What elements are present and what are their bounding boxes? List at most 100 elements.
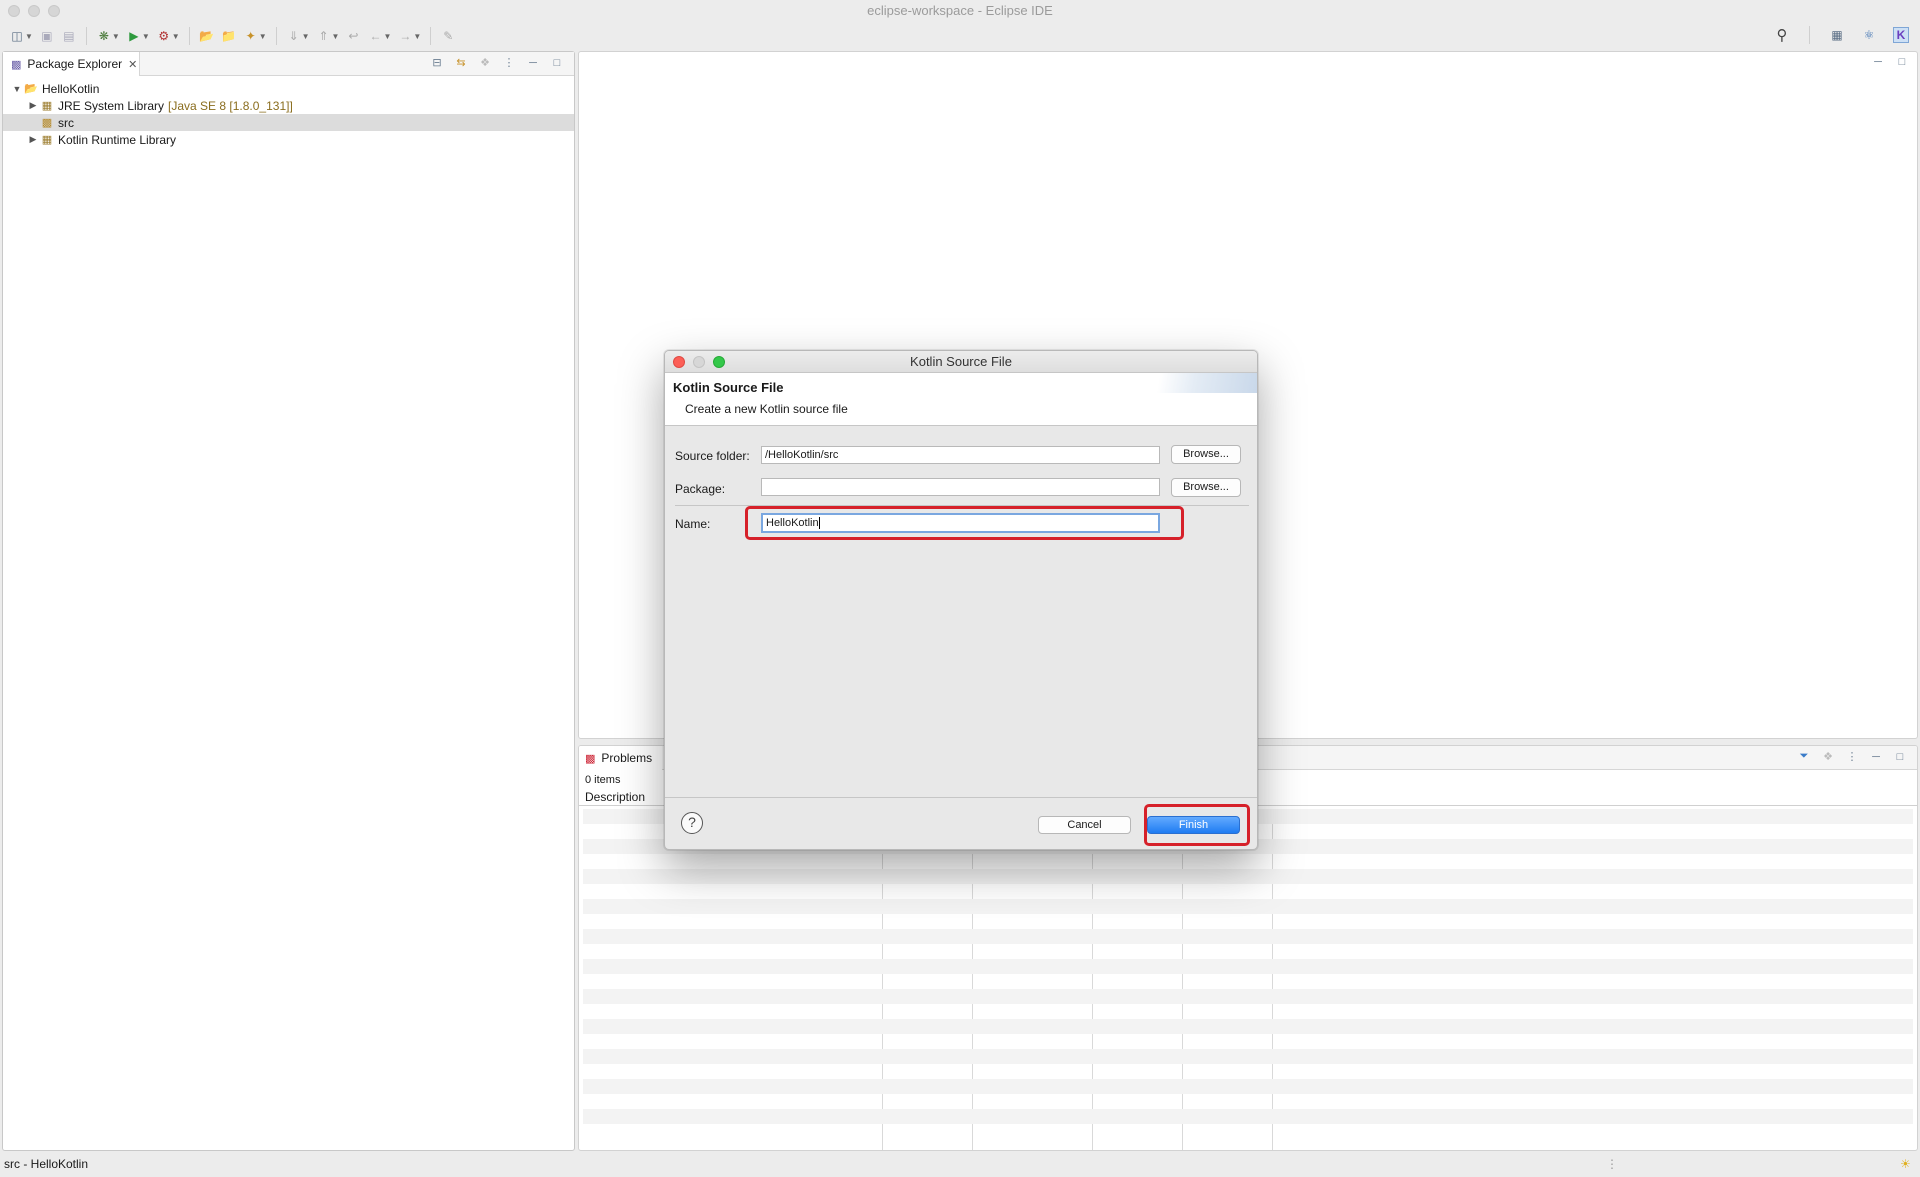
run-icon[interactable]: ▶ (126, 28, 142, 44)
new-dropdown-icon[interactable]: ▼ (25, 32, 33, 41)
view-menu-icon[interactable]: ⋮ (1845, 750, 1859, 763)
table-row (583, 1049, 1913, 1064)
package-browse-button[interactable]: Browse... (1171, 478, 1241, 497)
close-window-icon[interactable] (8, 5, 20, 17)
toolbar-separator (275, 27, 277, 45)
status-text: src - HelloKotlin (4, 1157, 89, 1171)
external-tools-dropdown-icon[interactable]: ▼ (172, 32, 180, 41)
save-all-icon[interactable]: ▤ (61, 28, 77, 44)
package-explorer-tab[interactable]: ▩ Package Explorer ✕ (3, 52, 140, 76)
search-icon[interactable]: ⚲ (1774, 27, 1790, 44)
project-tree: ▼ 📂 HelloKotlin ▶ ▦ JRE System Library [… (3, 76, 574, 148)
source-folder-label: Source folder: (675, 449, 750, 463)
minimize-view-icon[interactable]: ─ (526, 57, 540, 69)
next-annotation-dropdown-icon[interactable]: ▼ (302, 32, 310, 41)
minimize-window-icon[interactable] (28, 5, 40, 17)
next-annotation-icon[interactable]: ⇓ (286, 28, 302, 44)
debug-icon[interactable]: ❋ (96, 28, 112, 44)
source-folder-browse-button[interactable]: Browse... (1171, 445, 1241, 464)
focus-icon[interactable]: ❖ (1821, 750, 1835, 763)
dialog-banner: Kotlin Source File Create a new Kotlin s… (665, 373, 1257, 426)
toolbar-right-group: ⚲ ▦ ⚛ K (1771, 26, 1912, 44)
package-explorer-tools: ⊟ ⇆ ❖ ⋮ ─ □ (430, 56, 564, 70)
project-label: HelloKotlin (42, 81, 100, 96)
zoom-window-icon[interactable] (48, 5, 60, 17)
debug-dropdown-icon[interactable]: ▼ (112, 32, 120, 41)
last-edit-icon[interactable]: ↩ (345, 28, 361, 44)
save-icon[interactable]: ▣ (39, 28, 55, 44)
filter-icon[interactable]: ⏷ (1797, 750, 1811, 763)
column-description[interactable]: Description (585, 790, 645, 804)
source-folder-input[interactable]: /HelloKotlin/src (761, 446, 1160, 464)
forward-icon[interactable]: → (397, 28, 413, 44)
forward-dropdown-icon[interactable]: ▼ (413, 32, 421, 41)
collapsed-chevron-icon[interactable]: ▶ (27, 100, 39, 111)
pin-editor-icon[interactable]: ✎ (440, 28, 456, 44)
collapse-all-icon[interactable]: ⊟ (430, 56, 444, 69)
open-task-icon[interactable]: 📁 (221, 28, 237, 44)
previous-annotation-icon[interactable]: ⇑ (316, 28, 332, 44)
tree-item-src[interactable]: ▩ src (3, 114, 574, 131)
search-tool-dropdown-icon[interactable]: ▼ (259, 32, 267, 41)
table-row (583, 959, 1913, 974)
problems-rows (583, 809, 1913, 1150)
kotlin-perspective-icon[interactable]: K (1893, 27, 1909, 43)
dialog-minimize-icon (693, 356, 705, 368)
previous-annotation-dropdown-icon[interactable]: ▼ (332, 32, 340, 41)
search-tool-icon[interactable]: ✦ (243, 28, 259, 44)
dialog-zoom-icon[interactable] (713, 356, 725, 368)
finish-highlight-box (1144, 804, 1250, 846)
toolbar-separator (85, 27, 87, 45)
tip-lightbulb-icon[interactable]: ☀ (1900, 1152, 1911, 1177)
window-titlebar: eclipse-workspace - Eclipse IDE (0, 0, 1920, 22)
jre-version-decoration: [Java SE 8 [1.8.0_131]] (168, 98, 293, 113)
package-explorer-icon: ▩ (11, 58, 22, 71)
tree-item-kotlin-runtime[interactable]: ▶ ▦ Kotlin Runtime Library (3, 131, 574, 148)
external-tools-icon[interactable]: ⚙ (156, 28, 172, 44)
close-tab-icon[interactable]: ✕ (128, 58, 137, 71)
banner-title: Kotlin Source File (673, 380, 784, 395)
package-explorer-tab-label: Package Explorer (27, 57, 123, 71)
name-label: Name: (675, 517, 711, 531)
expanded-chevron-icon[interactable]: ▼ (11, 84, 23, 94)
maximize-editor-icon[interactable]: □ (1895, 56, 1909, 68)
minimize-view-icon[interactable]: ─ (1869, 751, 1883, 763)
package-explorer-panel: ▩ Package Explorer ✕ ⊟ ⇆ ❖ ⋮ ─ □ ▼ 📂 Hel… (2, 51, 575, 1151)
banner-description: Create a new Kotlin source file (685, 402, 848, 416)
tree-item-project[interactable]: ▼ 📂 HelloKotlin (3, 80, 574, 97)
java-perspective-icon[interactable]: ⚛ (1861, 27, 1877, 43)
table-row (583, 929, 1913, 944)
open-perspective-icon[interactable]: ▦ (1829, 27, 1845, 43)
toolbar-separator (430, 27, 432, 45)
filters-icon[interactable]: ❖ (478, 56, 492, 69)
help-button[interactable]: ? (681, 812, 703, 834)
package-explorer-tabbar: ▩ Package Explorer ✕ ⊟ ⇆ ❖ ⋮ ─ □ (3, 52, 574, 76)
new-wizard-icon[interactable]: ◫ (9, 28, 25, 44)
minimize-editor-icon[interactable]: ─ (1871, 56, 1885, 68)
collapsed-chevron-icon[interactable]: ▶ (27, 134, 39, 145)
package-input[interactable] (761, 478, 1160, 496)
table-row (583, 869, 1913, 884)
dialog-titlebar: Kotlin Source File (665, 351, 1257, 373)
view-menu-icon[interactable]: ⋮ (502, 56, 516, 69)
table-row (583, 854, 1913, 869)
table-row (583, 884, 1913, 899)
open-type-icon[interactable]: 📂 (199, 28, 215, 44)
back-icon[interactable]: ← (367, 28, 383, 44)
footer-separator (665, 797, 1257, 798)
run-dropdown-icon[interactable]: ▼ (142, 32, 150, 41)
dialog-close-icon[interactable] (673, 356, 685, 368)
maximize-view-icon[interactable]: □ (1893, 751, 1907, 763)
table-row (583, 1034, 1913, 1049)
problems-item-count: 0 items (585, 774, 621, 786)
maximize-view-icon[interactable]: □ (550, 57, 564, 69)
problems-tab[interactable]: ▩ Problems (579, 746, 663, 770)
table-row (583, 1019, 1913, 1034)
tree-item-jre-library[interactable]: ▶ ▦ JRE System Library [Java SE 8 [1.8.0… (3, 97, 574, 114)
link-with-editor-icon[interactable]: ⇆ (454, 56, 468, 69)
table-row (583, 1004, 1913, 1019)
main-toolbar: ◫ ▼ ▣ ▤ ❋ ▼ ▶ ▼ ⚙ ▼ 📂 📁 ✦ ▼ ⇓ ▼ ⇑ ▼ ↩ ← ▼ → ▼ ✎ ⚲… (0, 22, 1920, 50)
table-row (583, 1079, 1913, 1094)
back-dropdown-icon[interactable]: ▼ (383, 32, 391, 41)
cancel-button[interactable]: Cancel (1038, 816, 1131, 834)
